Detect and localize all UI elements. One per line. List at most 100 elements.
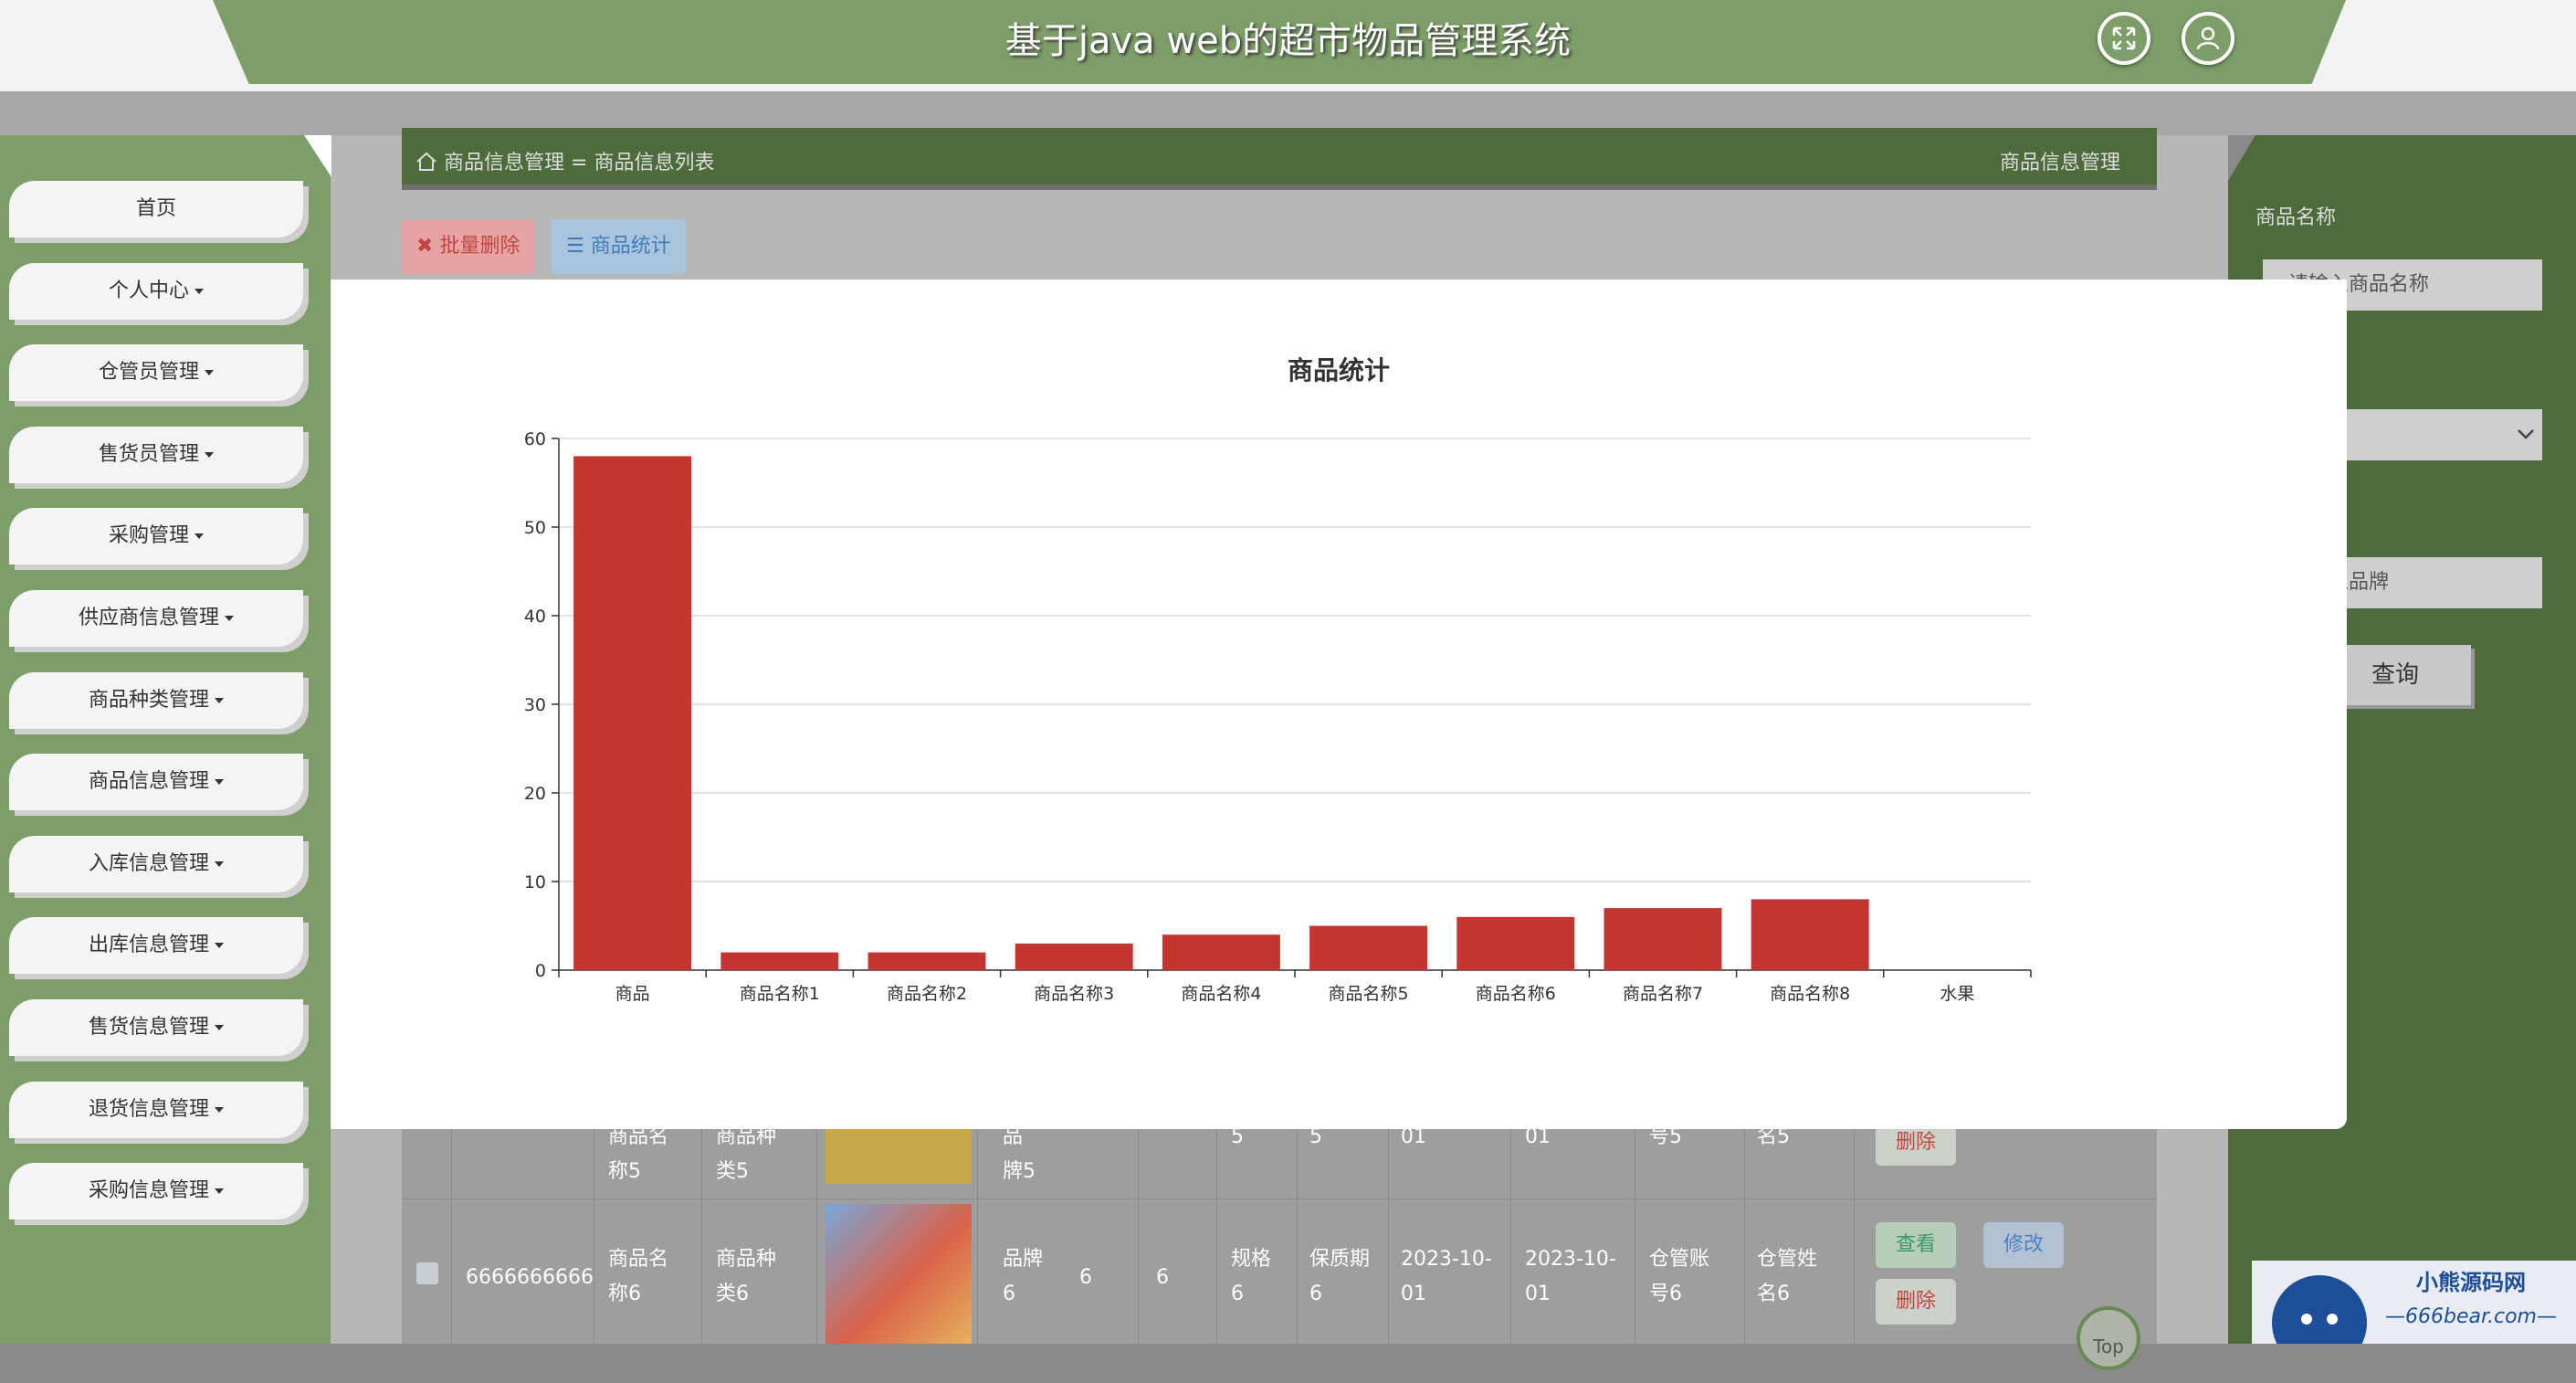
page-heading: 商品信息管理	[1999, 152, 2120, 174]
caret-down-icon	[215, 943, 224, 949]
x-tick-label: 商品名称1	[740, 984, 820, 1004]
bar	[720, 952, 839, 970]
cell-brand: 品牌6	[1003, 1248, 1044, 1305]
bar	[1456, 916, 1575, 970]
chevron-down-icon	[2518, 429, 2534, 439]
y-tick-label: 20	[524, 784, 546, 804]
sidebar-item[interactable]: 个人中心	[9, 262, 303, 320]
cell-qty: 6	[1079, 1266, 1092, 1289]
home-icon	[416, 152, 436, 171]
bar	[1603, 908, 1722, 970]
bar	[1751, 899, 1869, 970]
x-tick-label: 商品名称8	[1770, 984, 1850, 1004]
bar	[1015, 943, 1133, 970]
sidebar-item-label: 供应商信息管理	[78, 607, 219, 629]
cell-name: 商品名称6	[608, 1248, 669, 1305]
sidebar-item-label: 出库信息管理	[88, 934, 209, 957]
y-tick-label: 10	[524, 872, 546, 892]
x-tick-label: 商品名称5	[1329, 984, 1409, 1004]
database-icon: ☰	[566, 235, 584, 258]
bar	[573, 456, 692, 970]
y-tick-label: 50	[524, 518, 546, 538]
breadcrumb-page: 商品信息列表	[594, 152, 715, 174]
caret-down-icon	[205, 370, 214, 376]
cell-category: 商品种类5	[716, 1125, 777, 1183]
x-tick-label: 商品名称6	[1476, 984, 1556, 1004]
col-divider	[1854, 1129, 1855, 1344]
cell-date: 2023-10-01	[1401, 1248, 1492, 1305]
y-tick-label: 40	[524, 607, 546, 627]
y-tick-label: 0	[535, 961, 546, 981]
breadcrumb-trail: 商品信息管理 = 商品信息列表	[415, 146, 714, 175]
cell-category: 商品种类6	[716, 1248, 777, 1305]
delete-button[interactable]: 删除	[1876, 1279, 1957, 1325]
caret-down-icon	[215, 1025, 224, 1030]
cell-code: 6666666666	[466, 1266, 594, 1289]
caret-down-icon	[215, 779, 224, 786]
col-divider	[816, 1129, 817, 1344]
sidebar-item-label: 商品信息管理	[88, 770, 209, 794]
col-divider	[701, 1129, 702, 1344]
product-image	[825, 1204, 972, 1344]
breadcrumb-separator: =	[571, 152, 588, 174]
bar-chart: 0 10 20 30 40 50 60 商品 商品名称1 商品名称2 商品名称3 商品名称4 商品名称5…	[524, 429, 2032, 1004]
sidebar-item-label: 售货员管理	[98, 442, 199, 466]
sidebar-item-label: 退货信息管理	[88, 1097, 209, 1121]
bar	[1309, 925, 1428, 970]
expand-icon	[2112, 26, 2136, 50]
sidebar-item[interactable]: 商品信息管理	[9, 754, 303, 811]
bar	[1162, 934, 1280, 970]
sidebar-item[interactable]: 采购信息管理	[9, 1163, 303, 1220]
sidebar-item[interactable]: 商品种类管理	[9, 671, 303, 729]
sidebar: 首页个人中心仓管员管理售货员管理采购管理供应商信息管理 商品种类管理 商品信息管理入…	[0, 135, 331, 1344]
y-tick-label: 30	[524, 695, 546, 715]
sidebar-item[interactable]: 售货信息管理	[9, 999, 303, 1056]
x-tick-label: 商品名称3	[1034, 984, 1114, 1004]
sidebar-item[interactable]: 售货员管理	[9, 426, 303, 483]
sidebar-item[interactable]: 入库信息管理	[9, 835, 303, 892]
x-tick-label: 商品	[615, 984, 650, 1004]
col-divider	[1216, 1129, 1217, 1344]
x-tick-label: 水果	[1940, 984, 1974, 1004]
sidebar-item-label: 个人中心	[108, 279, 189, 302]
sidebar-item-label: 售货信息管理	[88, 1016, 209, 1039]
back-to-top-button[interactable]: Top	[2077, 1306, 2140, 1370]
sidebar-item[interactable]: 退货信息管理	[9, 1081, 303, 1138]
sidebar-item[interactable]: 出库信息管理	[9, 917, 303, 975]
sidebar-item-label: 首页	[135, 197, 176, 220]
col-divider	[1510, 1129, 1511, 1344]
batch-delete-button[interactable]: ✖ 批量删除	[402, 219, 535, 274]
cell-price: 6	[1156, 1266, 1169, 1289]
user-button[interactable]	[2182, 12, 2234, 65]
caret-down-icon	[215, 860, 224, 867]
caret-down-icon	[195, 288, 204, 294]
cell-spec: 规格6	[1231, 1248, 1272, 1305]
cell-name: 商品名称5	[608, 1125, 669, 1183]
bar	[867, 952, 986, 970]
caret-down-icon	[205, 451, 214, 458]
sidebar-item[interactable]: 采购管理	[9, 508, 303, 565]
edit-button[interactable]: 修改	[1983, 1222, 2065, 1268]
name-label: 商品名称	[2255, 206, 2337, 229]
row-checkbox[interactable]	[416, 1262, 438, 1284]
view-button[interactable]: 查看	[1876, 1222, 1957, 1268]
fullscreen-button[interactable]	[2098, 12, 2150, 65]
sidebar-item[interactable]: 供应商信息管理	[9, 590, 303, 647]
caret-down-icon	[225, 616, 234, 621]
sidebar-item[interactable]: 首页	[9, 181, 303, 238]
col-divider	[1744, 1129, 1745, 1344]
svg-text:小熊源码网: 小熊源码网	[2416, 1270, 2526, 1295]
breadcrumb: 商品信息管理 = 商品信息列表 商品信息管理	[402, 128, 2157, 190]
header: 基于java web的超市物品管理系统	[0, 0, 2576, 91]
stats-button[interactable]: ☰ 商品统计	[552, 219, 686, 274]
x-tick-label: 商品名称2	[887, 984, 967, 1004]
cell-shelf: 保质期6	[1309, 1248, 1371, 1305]
caret-down-icon	[195, 533, 204, 540]
sidebar-item[interactable]: 仓管员管理	[9, 344, 303, 402]
sidebar-item-label: 采购管理	[108, 524, 189, 548]
col-divider	[451, 1129, 452, 1344]
x-tick-label: 商品名称7	[1623, 984, 1703, 1004]
close-icon: ✖	[416, 235, 434, 258]
breadcrumb-section[interactable]: 商品信息管理	[444, 152, 564, 174]
sidebar-item-label: 商品种类管理	[88, 688, 209, 712]
